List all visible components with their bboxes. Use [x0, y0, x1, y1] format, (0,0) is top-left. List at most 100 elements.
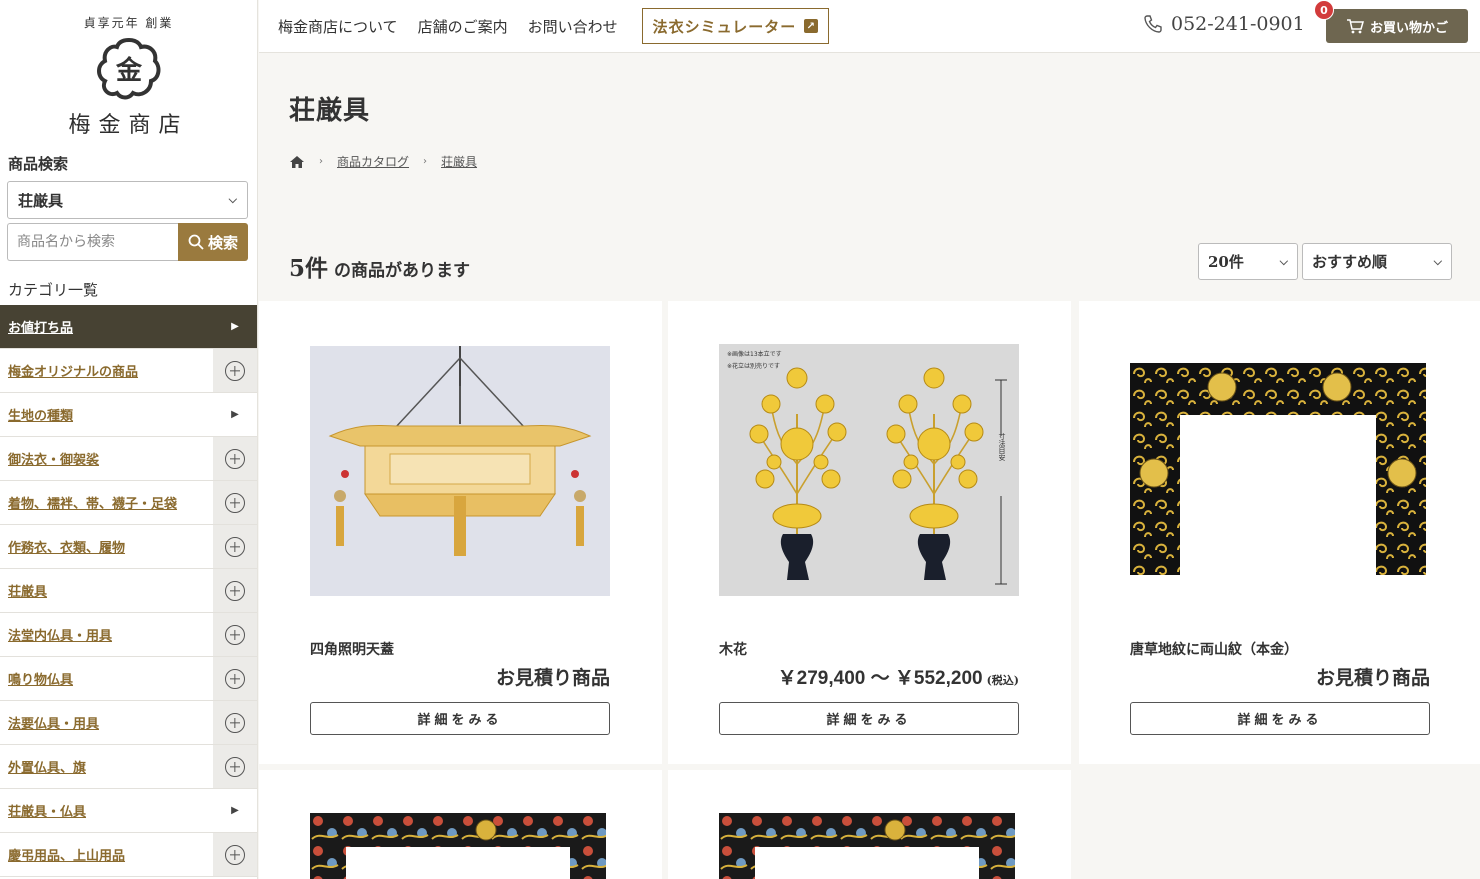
triangle-right-icon: ▶	[231, 321, 239, 332]
expand-plus-icon[interactable]	[213, 349, 257, 392]
product-price: ￥279,400 〜 ￥552,200 (税込)	[778, 663, 1019, 690]
nav-link[interactable]: 店舗のご案内	[418, 16, 508, 37]
category-list: お値打ち品 ▶ 梅金オリジナルの商品 生地の種類 ▶ 御法衣・御袈裟着物、襦袢、帯、襪子・…	[0, 305, 257, 877]
product-card[interactable]: ※画像は13本立です ※花立は別売りです 寸法目安 木花 ￥279,400 〜 …	[668, 301, 1071, 764]
category-label[interactable]: 法要仏具・用具	[0, 713, 99, 732]
search-input[interactable]	[7, 223, 178, 261]
product-image-lotus-flowers[interactable]: ※画像は13本立です ※花立は別売りです 寸法目安	[719, 344, 1019, 596]
product-card[interactable]	[668, 770, 1071, 879]
product-price: お見積り商品	[496, 663, 610, 690]
category-item[interactable]: 法堂内仏具・用具	[0, 613, 257, 657]
category-label[interactable]: 法堂内仏具・用具	[0, 625, 112, 644]
expand-plus-icon[interactable]	[213, 569, 257, 612]
circle-plus-icon	[225, 668, 245, 689]
circle-plus-icon	[225, 448, 245, 469]
arrow-right-icon[interactable]: ▶	[213, 393, 257, 436]
category-label[interactable]: 荘厳具	[0, 581, 47, 600]
external-link-icon: ↗	[804, 19, 819, 33]
cart-count-badge: 0	[1314, 0, 1334, 20]
expand-plus-icon[interactable]	[213, 833, 257, 876]
arrow-right-icon[interactable]: ▶	[213, 789, 257, 832]
arrow-right-icon[interactable]: ▶	[213, 305, 257, 348]
category-item[interactable]: 梅金オリジナルの商品	[0, 349, 257, 393]
simulator-button[interactable]: 法衣シミュレーター ↗	[641, 8, 830, 44]
category-item[interactable]: 慶弔用品、上山用品	[0, 833, 257, 877]
triangle-right-icon: ▶	[231, 409, 239, 420]
logo[interactable]: 貞享元年 創業 金 梅金商店	[0, 0, 257, 145]
breadcrumb-current-link[interactable]: 荘厳具	[441, 153, 477, 170]
expand-plus-icon[interactable]	[213, 437, 257, 480]
category-item[interactable]: 荘厳具・仏具 ▶	[0, 789, 257, 833]
category-select[interactable]: 荘厳具 ⌵	[7, 181, 248, 219]
expand-plus-icon[interactable]	[213, 481, 257, 524]
category-label[interactable]: 生地の種類	[0, 405, 73, 424]
category-label[interactable]: 荘厳具・仏具	[0, 801, 86, 820]
sidebar: 貞享元年 創業 金 梅金商店 商品検索 荘厳具 ⌵ 検索 カテゴリ一覧 お値打ち…	[0, 0, 258, 879]
category-item[interactable]: 作務衣、衣類、履物	[0, 525, 257, 569]
category-item[interactable]: 外置仏具、旗	[0, 745, 257, 789]
nav-link[interactable]: 梅金商店について	[278, 16, 398, 37]
category-label[interactable]: 作務衣、衣類、履物	[0, 537, 125, 556]
product-image-karakusa-cloth[interactable]	[1130, 363, 1426, 575]
product-detail-button[interactable]: 詳細をみる	[1130, 702, 1430, 735]
chevron-down-icon: ⌵	[1279, 254, 1288, 268]
expand-plus-icon[interactable]	[213, 745, 257, 788]
product-card[interactable]: 唐草地紋に両山紋（本金） お見積り商品 詳細をみる	[1079, 301, 1480, 764]
search-button[interactable]: 検索	[178, 223, 248, 261]
breadcrumb-catalog-link[interactable]: 商品カタログ	[337, 153, 409, 170]
product-card[interactable]	[259, 770, 662, 879]
sort-select[interactable]: おすすめ順 ⌵	[1302, 243, 1452, 280]
category-label[interactable]: 御法衣・御袈裟	[0, 449, 99, 468]
breadcrumb-separator: ›	[319, 156, 323, 167]
category-label[interactable]: お値打ち品	[0, 317, 73, 336]
product-image-embroidered-cloth[interactable]	[719, 813, 1015, 879]
category-heading: カテゴリ一覧	[8, 281, 99, 299]
product-name[interactable]: 木花	[719, 639, 747, 659]
product-card[interactable]: 四角照明天蓋 お見積り商品 詳細をみる	[259, 301, 662, 764]
product-image-embroidered-cloth[interactable]	[310, 813, 606, 879]
product-price: お見積り商品	[1316, 663, 1430, 690]
search-icon	[188, 234, 204, 250]
product-image-canopy-lamp[interactable]	[310, 346, 610, 596]
image-note: ※画像は13本立です	[727, 350, 782, 358]
category-label[interactable]: 着物、襦袢、帯、襪子・足袋	[0, 493, 177, 512]
category-label[interactable]: 慶弔用品、上山用品	[0, 845, 125, 864]
product-name[interactable]: 唐草地紋に両山紋（本金）	[1130, 639, 1298, 659]
expand-plus-icon[interactable]	[213, 657, 257, 700]
category-label[interactable]: 外置仏具、旗	[0, 757, 86, 776]
search-form: 検索	[7, 223, 248, 261]
result-count-number: 5件	[289, 255, 329, 282]
circle-plus-icon	[225, 712, 245, 733]
category-item[interactable]: 着物、襦袢、帯、襪子・足袋	[0, 481, 257, 525]
category-label[interactable]: 梅金オリジナルの商品	[0, 361, 138, 380]
category-item[interactable]: お値打ち品 ▶	[0, 305, 257, 349]
page-title: 荘厳具	[289, 96, 371, 126]
sort-value: おすすめ順	[1312, 253, 1388, 271]
home-icon[interactable]	[289, 155, 305, 169]
category-item[interactable]: 法要仏具・用具	[0, 701, 257, 745]
breadcrumb: › 商品カタログ › 荘厳具	[289, 153, 477, 170]
category-item[interactable]: 鳴り物仏具	[0, 657, 257, 701]
price-value: お見積り商品	[495, 668, 610, 689]
expand-plus-icon[interactable]	[213, 525, 257, 568]
main-nav: 梅金商店について 店舗のご案内 お問い合わせ	[278, 16, 618, 37]
product-name[interactable]: 四角照明天蓋	[310, 639, 394, 659]
category-label[interactable]: 鳴り物仏具	[0, 669, 73, 688]
category-item[interactable]: 荘厳具	[0, 569, 257, 613]
category-select-value: 荘厳具	[18, 191, 64, 210]
dimension-label: 寸法目安	[998, 432, 1006, 462]
main-content: 荘厳具 › 商品カタログ › 荘厳具 5件 の商品があります 20件 ⌵ おすす…	[259, 54, 1480, 879]
category-item[interactable]: 御法衣・御袈裟	[0, 437, 257, 481]
expand-plus-icon[interactable]	[213, 701, 257, 744]
logo-character: 金	[114, 55, 142, 86]
logo-mark: 金	[95, 37, 163, 105]
nav-link[interactable]: お問い合わせ	[528, 16, 618, 37]
per-page-select[interactable]: 20件 ⌵	[1198, 243, 1298, 280]
expand-plus-icon[interactable]	[213, 613, 257, 656]
phone-text: 052-241-0901	[1171, 13, 1305, 35]
product-detail-button[interactable]: 詳細をみる	[719, 702, 1019, 735]
phone-number[interactable]: 052-241-0901	[1143, 13, 1305, 35]
category-item[interactable]: 生地の種類 ▶	[0, 393, 257, 437]
cart-button[interactable]: お買い物かご	[1326, 9, 1468, 43]
product-detail-button[interactable]: 詳細をみる	[310, 702, 610, 735]
